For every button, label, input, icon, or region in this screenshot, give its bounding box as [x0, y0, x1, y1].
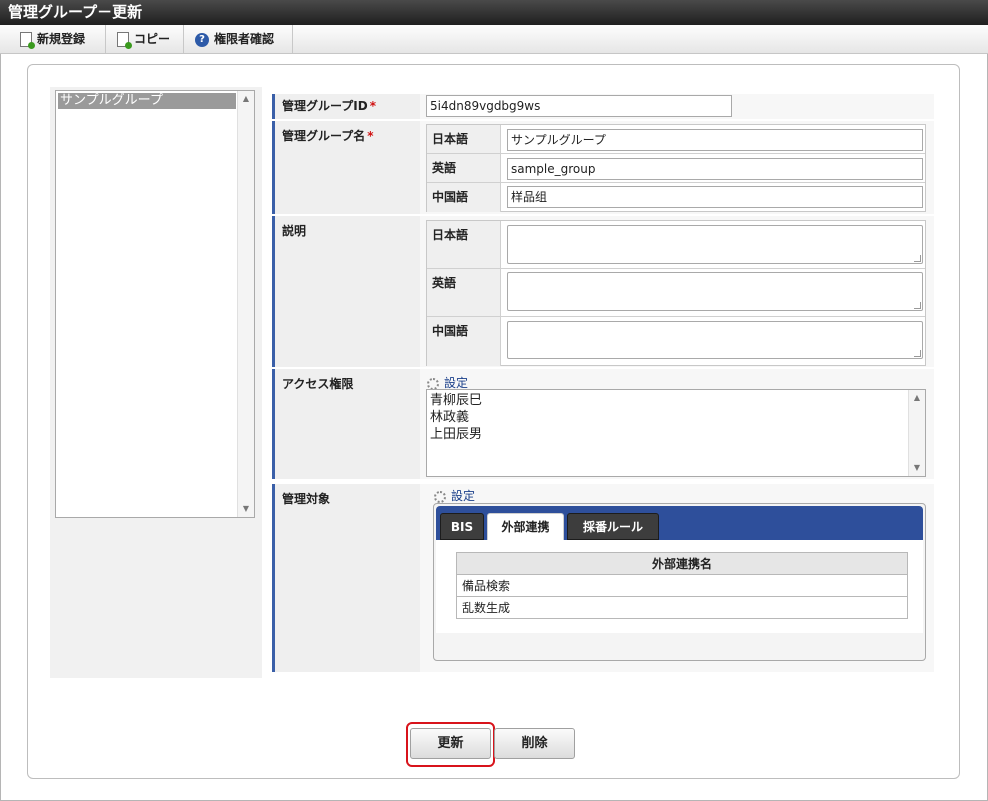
delete-button[interactable]: 削除: [494, 728, 575, 759]
group-name-label: 管理グループ名 *: [272, 121, 420, 214]
group-id-label-text: 管理グループID: [282, 99, 368, 113]
target-tab-panel: BIS 外部連携 採番ルール 外部連携名 備品検索 乱数生成: [433, 503, 926, 661]
page-title: 管理グループ－更新: [0, 0, 988, 25]
auth-label: 権限者確認: [214, 32, 275, 46]
table-header: 外部連携名: [456, 552, 908, 575]
access-list-scrollbar[interactable]: ▲ ▼: [908, 390, 925, 476]
name-en-input[interactable]: sample_group: [507, 158, 923, 180]
tab-bar: BIS 外部連携 採番ルール: [436, 506, 923, 540]
gear-icon: [427, 377, 439, 390]
copy-label: コピー: [134, 32, 171, 46]
external-link-table: 外部連携名 備品検索 乱数生成: [456, 552, 908, 619]
tab-body: 外部連携名 備品検索 乱数生成: [436, 540, 923, 633]
description-ja-textarea[interactable]: [507, 225, 923, 264]
update-button[interactable]: 更新: [410, 728, 491, 759]
access-user-list[interactable]: 青柳辰巳 林政義 上田辰男 ▲ ▼: [426, 389, 926, 477]
scroll-up-icon[interactable]: ▲: [909, 390, 925, 406]
new-document-icon: [20, 32, 35, 49]
lang-en-label: 英語: [427, 154, 501, 182]
name-row-zh: 中国語 样品组: [427, 183, 925, 212]
desc-row-en: 英語: [427, 269, 925, 317]
group-listbox[interactable]: サンプルグループ ▲ ▼: [55, 90, 255, 518]
description-label-text: 説明: [282, 224, 307, 238]
description-lang-table: 日本語 英語 中国語: [426, 220, 926, 366]
lang-en-label: 英語: [427, 269, 501, 316]
description-zh-textarea[interactable]: [507, 321, 923, 359]
scroll-down-icon[interactable]: ▼: [238, 501, 254, 517]
new-button[interactable]: 新規登録: [10, 25, 106, 53]
access-user-item: 上田辰男: [430, 427, 483, 442]
name-row-ja: 日本語 サンプルグループ: [427, 125, 925, 154]
access-label: アクセス権限: [272, 369, 420, 479]
group-id-label: 管理グループID *: [272, 94, 420, 119]
target-label-text: 管理対象: [282, 492, 331, 506]
target-label: 管理対象: [272, 484, 420, 672]
lang-ja-label: 日本語: [427, 125, 501, 153]
tab-external-link[interactable]: 外部連携: [487, 513, 564, 540]
target-setting-text: 設定: [451, 489, 476, 503]
question-icon: ?: [195, 32, 209, 47]
access-setting-text: 設定: [444, 376, 469, 390]
gear-icon: [434, 490, 446, 503]
group-name-lang-table: 日本語 サンプルグループ 英語 sample_group 中国語 样品组: [426, 124, 926, 212]
lang-zh-label: 中国語: [427, 317, 501, 366]
access-label-text: アクセス権限: [282, 377, 354, 391]
required-mark: *: [367, 129, 374, 143]
toolbar: 新規登録 コピー ? 権限者確認: [0, 25, 988, 54]
description-label: 説明: [272, 216, 420, 367]
group-id-input[interactable]: 5i4dn89vgdbg9ws: [426, 95, 732, 117]
table-row[interactable]: 乱数生成: [456, 596, 908, 619]
group-list-item-selected[interactable]: サンプルグループ: [58, 93, 236, 109]
new-label: 新規登録: [37, 32, 86, 46]
access-user-item: 青柳辰巳: [430, 393, 483, 408]
name-zh-input[interactable]: 样品组: [507, 186, 923, 208]
name-ja-input[interactable]: サンプルグループ: [507, 129, 923, 151]
copy-document-icon: [117, 32, 132, 49]
tab-numbering-rule[interactable]: 採番ルール: [567, 513, 659, 540]
group-name-label-text: 管理グループ名: [282, 129, 366, 143]
table-row[interactable]: 備品検索: [456, 574, 908, 597]
lang-zh-label: 中国語: [427, 183, 501, 212]
check-authority-button[interactable]: ? 権限者確認: [185, 25, 293, 53]
copy-button[interactable]: コピー: [107, 25, 184, 53]
target-setting-link[interactable]: 設定: [434, 487, 475, 504]
desc-row-ja: 日本語: [427, 221, 925, 269]
group-list-scrollbar[interactable]: ▲ ▼: [237, 91, 254, 517]
scroll-up-icon[interactable]: ▲: [238, 91, 254, 107]
lang-ja-label: 日本語: [427, 221, 501, 268]
desc-row-zh: 中国語: [427, 317, 925, 366]
required-mark: *: [369, 99, 376, 113]
tab-bis[interactable]: BIS: [440, 513, 484, 540]
access-user-item: 林政義: [430, 410, 470, 425]
name-row-en: 英語 sample_group: [427, 154, 925, 183]
scroll-down-icon[interactable]: ▼: [909, 460, 925, 476]
description-en-textarea[interactable]: [507, 272, 923, 311]
